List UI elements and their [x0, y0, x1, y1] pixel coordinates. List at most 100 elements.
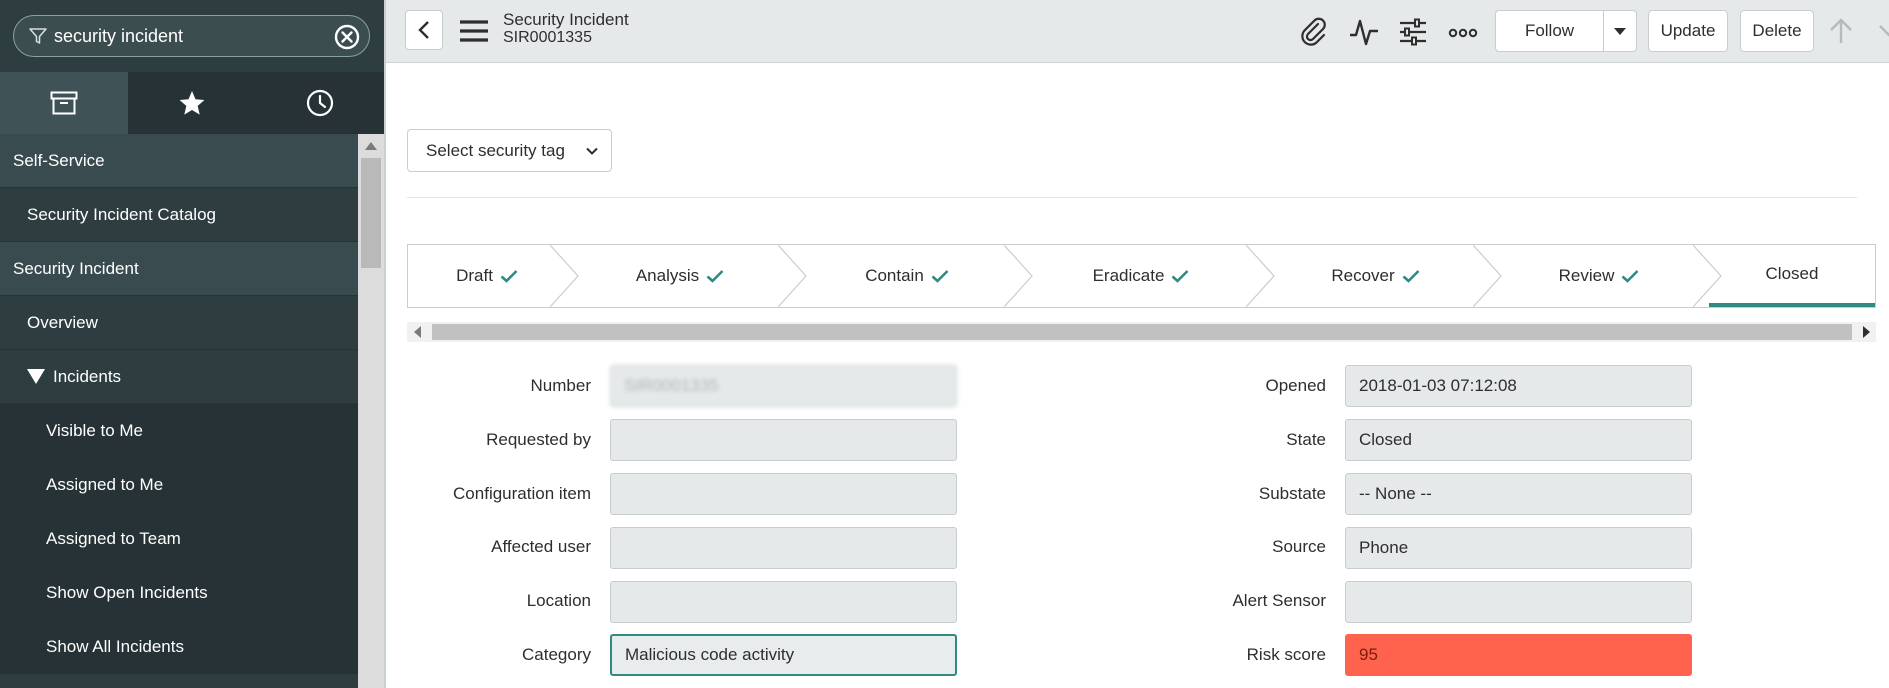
- source-field[interactable]: Phone: [1345, 527, 1692, 569]
- field-label-configuration-item: Configuration item: [453, 484, 591, 503]
- field-label-category: Category: [522, 645, 591, 664]
- stage-recover[interactable]: Recover: [1262, 245, 1502, 307]
- navigator-sidebar: Self-Service Security Incident Catalog S…: [0, 0, 384, 688]
- filter-bar: [0, 0, 384, 72]
- stage-analysis[interactable]: Analysis: [566, 245, 807, 307]
- form-main: Security Incident SIR0001335 Follow Upda…: [384, 0, 1889, 688]
- sliders-settings-icon[interactable]: [1397, 16, 1429, 48]
- opened-field[interactable]: 2018-01-03 07:12:08: [1345, 365, 1692, 407]
- nav-item-incidents[interactable]: Incidents: [0, 350, 358, 404]
- nav-item-label: Incidents: [53, 366, 122, 386]
- follow-button[interactable]: Follow: [1495, 10, 1604, 52]
- location-field[interactable]: [610, 581, 957, 623]
- field-label-opened: Opened: [1265, 376, 1327, 395]
- checkmark-icon: [1622, 270, 1639, 283]
- scroll-left-arrow-icon[interactable]: [414, 326, 421, 338]
- star-icon: [179, 91, 205, 115]
- filter-input[interactable]: [54, 24, 334, 48]
- next-record-chevron-icon[interactable]: [1876, 16, 1889, 46]
- checkmark-icon: [1172, 270, 1189, 283]
- nav-item-show-open-incidents[interactable]: Show Open Incidents: [0, 566, 358, 620]
- stage-separator: [550, 245, 579, 307]
- filter-box[interactable]: [13, 15, 370, 57]
- nav-item-visible-to-me[interactable]: Visible to Me: [0, 404, 358, 458]
- navigator-tabs: [0, 72, 384, 134]
- substate-field[interactable]: -- None --: [1345, 473, 1692, 515]
- nav-item-label: Self-Service: [13, 150, 105, 170]
- nav-section-security-incident[interactable]: Security Incident: [0, 242, 358, 296]
- field-label-state: State: [1286, 430, 1326, 449]
- field-label-requested-by: Requested by: [486, 430, 591, 449]
- scrollbar-thumb[interactable]: [432, 324, 1852, 340]
- nav-item-security-incident-catalog[interactable]: Security Incident Catalog: [0, 188, 358, 242]
- follow-dropdown-button[interactable]: [1603, 10, 1637, 52]
- affected-user-field[interactable]: [610, 527, 957, 569]
- checkmark-icon: [1402, 270, 1420, 283]
- security-tag-select[interactable]: Select security tag: [407, 129, 612, 172]
- nav-item-label: Visible to Me: [46, 420, 144, 440]
- checkmark-icon: [706, 270, 724, 283]
- checkmark-icon: [931, 270, 949, 283]
- back-button[interactable]: [405, 10, 443, 50]
- field-label-source: Source: [1272, 537, 1326, 556]
- risk-score-field[interactable]: 95: [1345, 634, 1692, 676]
- nav-item-label: Show Open Incidents: [46, 582, 208, 602]
- stage-label: Closed: [1765, 264, 1819, 283]
- nav-item-label: Assigned to Me: [46, 474, 164, 494]
- field-label-affected-user: Affected user: [491, 537, 591, 556]
- stage-closed[interactable]: Closed: [1709, 245, 1875, 307]
- stage-separator: [778, 245, 807, 307]
- update-button[interactable]: Update: [1648, 10, 1728, 52]
- stage-separator: [1246, 245, 1275, 307]
- expanded-triangle-icon[interactable]: [27, 369, 45, 384]
- scroll-up-arrow-icon[interactable]: [365, 142, 377, 150]
- stage-eradicate[interactable]: Eradicate: [1020, 245, 1275, 307]
- nav-item-label: Overview: [27, 312, 98, 332]
- field-label-number: Number: [530, 376, 591, 395]
- process-scrollbar[interactable]: [407, 322, 1876, 342]
- nav-item-label: Security Incident: [13, 258, 139, 278]
- scrollbar-thumb[interactable]: [361, 158, 381, 268]
- alert-sensor-field[interactable]: [1345, 581, 1692, 623]
- field-label-location: Location: [526, 591, 591, 610]
- requested-by-field[interactable]: [610, 419, 957, 461]
- category-field[interactable]: Malicious code activity: [610, 634, 957, 676]
- state-field[interactable]: Closed: [1345, 419, 1692, 461]
- nav-item-assigned-to-me[interactable]: Assigned to Me: [0, 458, 358, 512]
- delete-button[interactable]: Delete: [1740, 10, 1814, 52]
- stage-label: Eradicate: [1092, 266, 1165, 285]
- nav-item-overview[interactable]: Overview: [0, 296, 358, 350]
- chevron-down-icon: [586, 147, 598, 155]
- stage-label: Review: [1558, 266, 1615, 285]
- nav-item-label: Assigned to Team: [46, 528, 181, 548]
- hamburger-menu-icon[interactable]: [459, 18, 489, 44]
- security-tag-label: Select security tag: [426, 140, 565, 160]
- tab-history[interactable]: [256, 72, 384, 134]
- filter-funnel-icon: [29, 28, 47, 44]
- stage-label: Draft: [456, 266, 493, 285]
- stage-label: Contain: [865, 266, 924, 285]
- process-flow: Draft Analysis Contain Eradicate Recover…: [407, 244, 1876, 308]
- stage-contain[interactable]: Contain: [794, 245, 1033, 307]
- checkmark-icon: [500, 270, 518, 283]
- clear-filter-icon[interactable]: [333, 23, 361, 51]
- activity-pulse-icon[interactable]: [1348, 16, 1380, 48]
- navigator-list: Self-Service Security Incident Catalog S…: [0, 134, 358, 688]
- previous-record-arrow-icon[interactable]: [1826, 16, 1856, 46]
- more-options-icon[interactable]: [1447, 16, 1479, 48]
- configuration-item-field[interactable]: [610, 473, 957, 515]
- nav-item-assigned-to-team[interactable]: Assigned to Team: [0, 512, 358, 566]
- paperclip-icon[interactable]: [1298, 16, 1330, 48]
- stage-label: Recover: [1331, 266, 1395, 285]
- stage-review[interactable]: Review: [1489, 245, 1722, 307]
- stage-draft[interactable]: Draft: [408, 245, 579, 307]
- nav-section-self-service[interactable]: Self-Service: [0, 134, 358, 188]
- scroll-right-arrow-icon[interactable]: [1863, 326, 1870, 338]
- nav-item-show-all-incidents[interactable]: Show All Incidents: [0, 620, 358, 674]
- tab-favorites[interactable]: [128, 72, 256, 134]
- caret-down-icon: [1614, 27, 1626, 35]
- nav-item-label: Show All Incidents: [46, 636, 184, 656]
- navigator-scrollbar[interactable]: [358, 134, 384, 688]
- number-field[interactable]: SIR0001335: [610, 365, 957, 407]
- tab-all-applications[interactable]: [0, 72, 128, 134]
